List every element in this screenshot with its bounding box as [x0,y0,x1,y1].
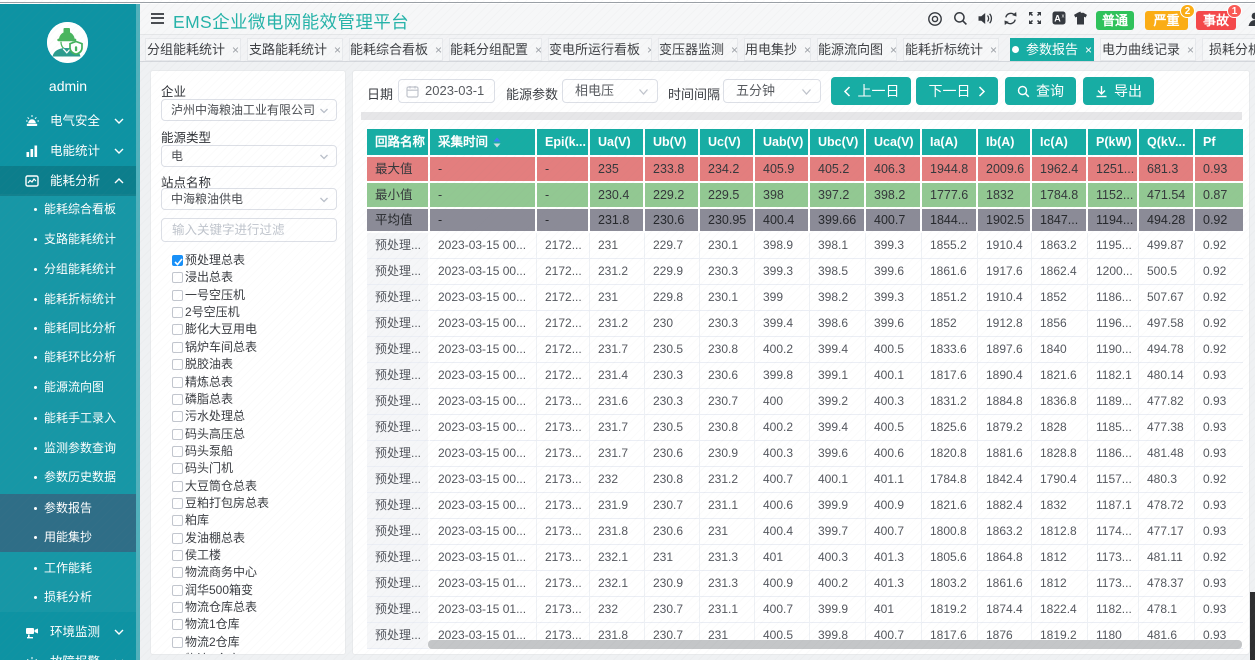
svg-text:A: A [1054,14,1061,24]
svg-text:x: x [1062,14,1065,20]
